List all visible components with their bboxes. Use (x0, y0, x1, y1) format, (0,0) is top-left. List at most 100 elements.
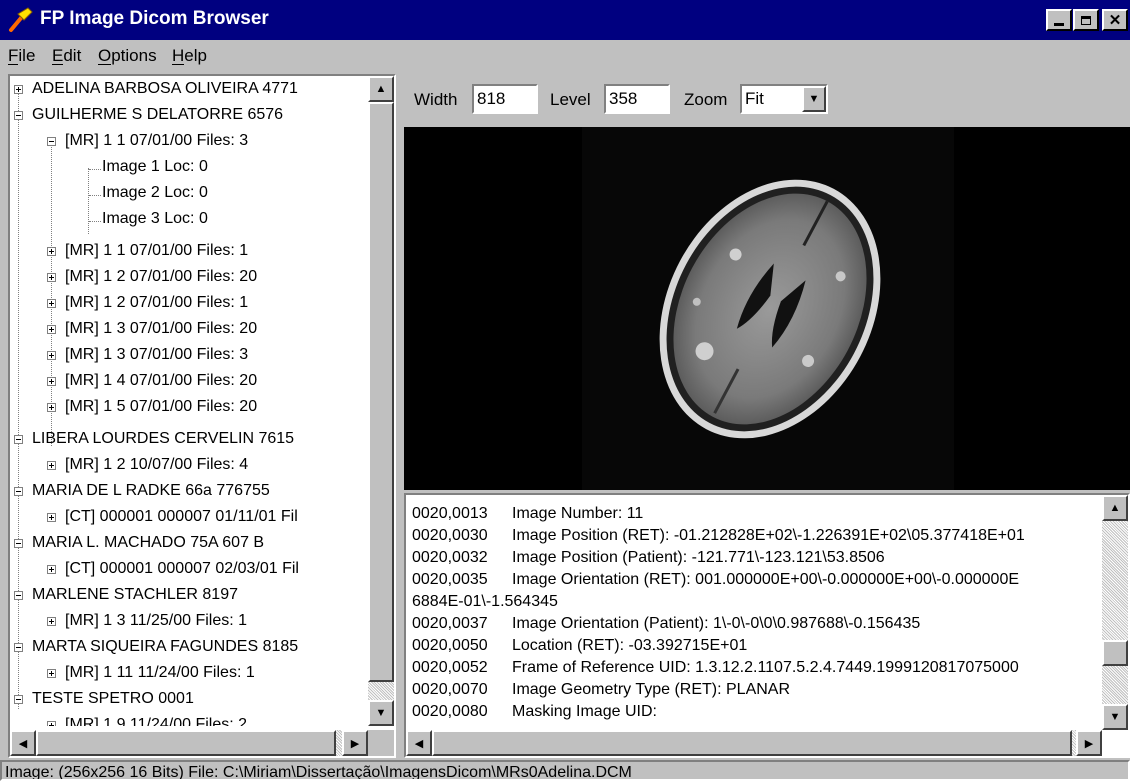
tree-item-series[interactable]: [MR] 1 2 10/07/00 Files: 4 (65, 452, 248, 478)
tree-item-patient[interactable]: MARIA DE L RADKE 66a 776755 (32, 478, 270, 504)
zoom-select-value: Fit (745, 89, 764, 108)
tree-scroll-right-button[interactable]: ▶ (342, 730, 368, 756)
close-icon: ✕ (1108, 11, 1122, 29)
dicom-tag: 0020,0052 (412, 659, 488, 676)
collapse-minus-icon[interactable] (14, 695, 23, 704)
tree-item-patient[interactable]: MARTA SIQUEIRA FAGUNDES 8185 (32, 634, 298, 660)
level-input[interactable]: 358 (604, 84, 670, 114)
info-scroll-left-button[interactable]: ◀ (406, 730, 432, 756)
info-scroll-up-button[interactable]: ▲ (1102, 495, 1128, 521)
tree-scroll-down-button[interactable]: ▼ (368, 700, 394, 726)
info-scroll-down-button[interactable]: ▼ (1102, 704, 1128, 730)
expand-plus-icon[interactable] (47, 273, 56, 282)
arrow-right-icon: ▶ (350, 737, 360, 750)
info-vscrollbar[interactable] (1102, 495, 1128, 730)
tree-item-series[interactable]: [MR] 1 11 11/24/00 Files: 1 (65, 660, 255, 686)
dicom-info-panel[interactable]: 0020,0013 Image Number: 11 0020,0030 Image… (404, 493, 1130, 758)
minimize-button[interactable] (1046, 9, 1072, 31)
collapse-minus-icon[interactable] (14, 539, 23, 548)
dicom-value: Image Orientation (Patient): 1\-0\-0\0\0… (512, 615, 921, 632)
expand-plus-icon[interactable] (14, 85, 23, 94)
tree-item-image[interactable]: Image 3 Loc: 0 (102, 206, 208, 232)
menu-edit-mnemonic (52, 64, 63, 65)
collapse-minus-icon[interactable] (14, 591, 23, 600)
menu-file[interactable]: File (8, 46, 35, 66)
tree-item-series[interactable]: [MR] 1 3 07/01/00 Files: 20 (65, 316, 257, 342)
collapse-minus-icon[interactable] (14, 487, 23, 496)
arrow-right-icon: ▶ (1084, 737, 1094, 750)
dicom-value: 6884E-01\-1.564345 (412, 593, 558, 610)
tree-item-patient[interactable]: MARIA L. MACHADO 75A 607 B (32, 530, 264, 556)
window-title: FP Image Dicom Browser (40, 8, 269, 29)
tree-hscroll-thumb[interactable] (36, 730, 336, 756)
arrow-down-icon: ▼ (375, 707, 387, 719)
tree-item-patient[interactable]: GUILHERME S DELATORRE 6576 (32, 102, 283, 128)
status-bar: Image: (256x256 16 Bits) File: C:\Miriam… (0, 760, 1130, 781)
tree-item-patient[interactable]: MARLENE STACHLER 8197 (32, 582, 238, 608)
expand-plus-icon[interactable] (47, 721, 56, 726)
maximize-button[interactable] (1073, 9, 1099, 31)
collapse-minus-icon[interactable] (14, 643, 23, 652)
app-icon[interactable] (6, 6, 34, 34)
expand-plus-icon[interactable] (47, 565, 56, 574)
collapse-minus-icon[interactable] (14, 435, 23, 444)
expand-plus-icon[interactable] (47, 247, 56, 256)
zoom-label: Zoom (684, 90, 728, 109)
info-row: 0020,0080 Masking Image UID: (412, 701, 657, 723)
expand-plus-icon[interactable] (47, 513, 56, 522)
collapse-minus-icon[interactable] (47, 137, 56, 146)
dicom-value: Image Position (Patient): -121.771\-123.… (512, 549, 885, 566)
tree-item-series[interactable]: [MR] 1 4 07/01/00 Files: 20 (65, 368, 257, 394)
scroll-corner (368, 730, 394, 756)
tree-item-series[interactable]: [MR] 1 5 07/01/00 Files: 20 (65, 394, 257, 420)
tree-scroll-up-button[interactable]: ▲ (368, 76, 394, 102)
brain-mri-image (659, 179, 881, 439)
width-input[interactable]: 818 (472, 84, 538, 114)
tree-item-patient[interactable]: TESTE SPETRO 0001 (32, 686, 194, 712)
maximize-icon (1081, 15, 1091, 25)
menu-options[interactable]: Options (98, 46, 157, 66)
info-row: 0020,0070 Image Geometry Type (RET): PLAN… (412, 679, 790, 701)
info-row: 0020,0050 Location (RET): -03.392715E+01 (412, 635, 747, 657)
tree-item-series[interactable]: [MR] 1 2 07/01/00 Files: 20 (65, 264, 257, 290)
dicom-value: Frame of Reference UID: 1.3.12.2.1107.5.… (512, 659, 1019, 676)
tree-scroll-thumb[interactable] (368, 102, 394, 682)
close-button[interactable]: ✕ (1102, 9, 1128, 31)
tree-item-image[interactable]: Image 1 Loc: 0 (102, 154, 208, 180)
info-row: 0020,0030 Image Position (RET): -01.21282… (412, 525, 1025, 547)
info-scroll-right-button[interactable]: ▶ (1076, 730, 1102, 756)
expand-plus-icon[interactable] (47, 299, 56, 308)
tree-item-series[interactable]: [CT] 000001 000007 01/11/01 Fil (65, 504, 298, 530)
tree-item-patient[interactable]: LIBERA LOURDES CERVELIN 7615 (32, 426, 294, 452)
tree-item-image[interactable]: Image 2 Loc: 0 (102, 180, 208, 206)
expand-plus-icon[interactable] (47, 377, 56, 386)
patient-tree[interactable]: ADELINA BARBOSA OLIVEIRA 4771 GUILHERME … (8, 74, 396, 758)
tree-item-series[interactable]: [MR] 1 9 11/24/00 Files: 2 (65, 712, 247, 726)
zoom-dropdown-button[interactable]: ▼ (802, 86, 826, 112)
tree-item-series[interactable]: [MR] 1 3 07/01/00 Files: 3 (65, 342, 248, 368)
tree-item-series[interactable]: [MR] 1 1 07/01/00 Files: 1 (65, 238, 248, 264)
dicom-value: Image Number: 11 (512, 505, 644, 522)
dicom-value: Image Geometry Type (RET): PLANAR (512, 681, 791, 698)
tree-item-series[interactable]: [MR] 1 2 07/01/00 Files: 1 (65, 290, 248, 316)
collapse-minus-icon[interactable] (14, 111, 23, 120)
info-scroll-thumb[interactable] (1102, 640, 1128, 666)
expand-plus-icon[interactable] (47, 617, 56, 626)
tree-item-series[interactable]: [CT] 000001 000007 02/03/01 Fil (65, 556, 299, 582)
expand-plus-icon[interactable] (47, 351, 56, 360)
info-hscroll-thumb[interactable] (432, 730, 1072, 756)
expand-plus-icon[interactable] (47, 325, 56, 334)
expand-plus-icon[interactable] (47, 461, 56, 470)
tree-item-series[interactable]: [MR] 1 1 07/01/00 Files: 3 (65, 128, 248, 154)
tree-item-series[interactable]: [MR] 1 3 11/25/00 Files: 1 (65, 608, 247, 634)
menu-help-mnemonic (172, 64, 184, 65)
menu-help[interactable]: Help (172, 46, 207, 66)
expand-plus-icon[interactable] (47, 669, 56, 678)
tree-item-patient[interactable]: ADELINA BARBOSA OLIVEIRA 4771 (32, 76, 298, 102)
arrow-left-icon: ◀ (18, 737, 28, 750)
menu-edit[interactable]: Edit (52, 46, 81, 66)
expand-plus-icon[interactable] (47, 403, 56, 412)
dicom-tag: 0020,0035 (412, 571, 488, 588)
dicom-image[interactable] (582, 127, 954, 490)
tree-scroll-left-button[interactable]: ◀ (10, 730, 36, 756)
